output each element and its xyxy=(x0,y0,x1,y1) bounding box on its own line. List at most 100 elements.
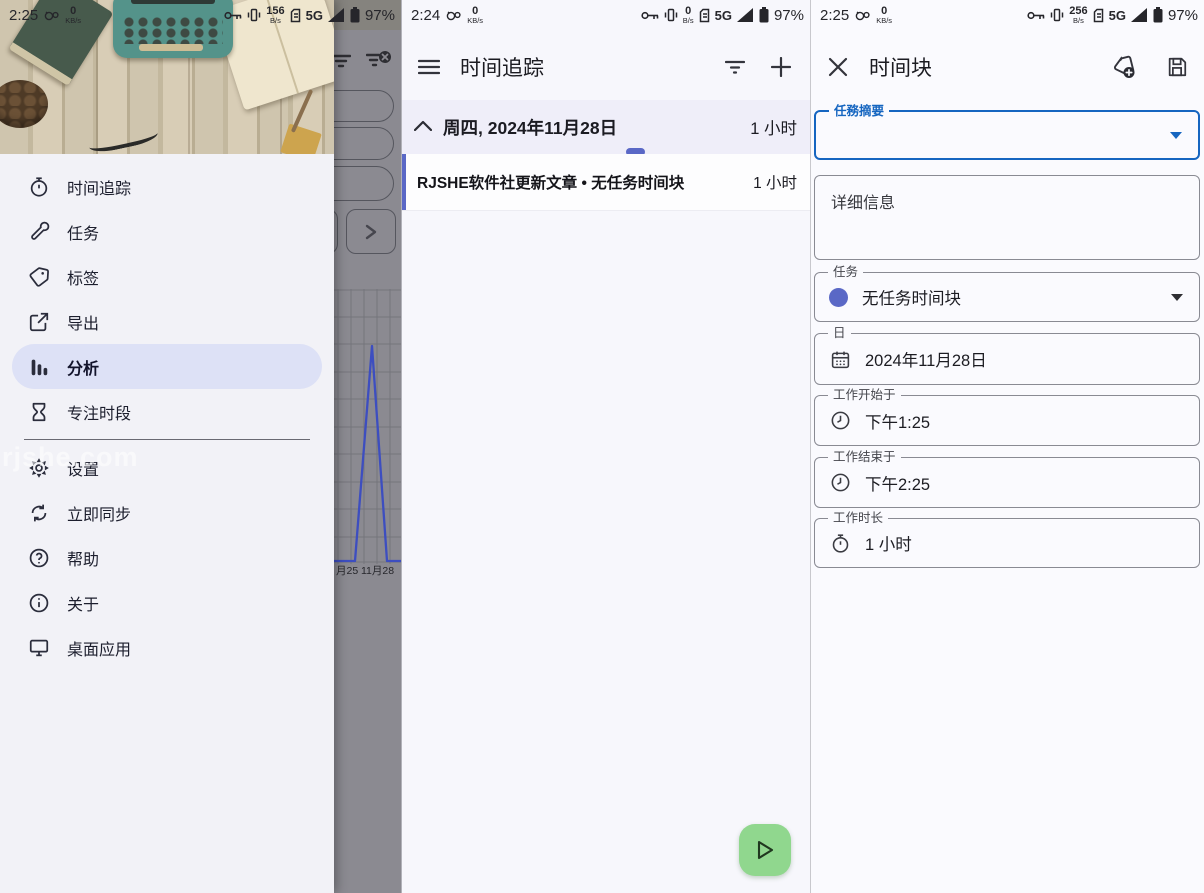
clock-icon xyxy=(829,410,851,432)
sidebar-item-tags[interactable]: 标签 xyxy=(0,254,334,299)
battery-percent: 97% xyxy=(774,7,804,24)
dimmed-chip xyxy=(334,127,394,160)
task-select-field[interactable]: 任务 无任务时间块 xyxy=(814,272,1200,322)
duration-field[interactable]: 工作时长 1 小时 xyxy=(814,518,1200,568)
end-time-field[interactable]: 工作结束于 下午2:25 xyxy=(814,457,1200,508)
sidebar-item-label: 帮助 xyxy=(67,546,99,570)
battery-percent: 97% xyxy=(1168,7,1198,24)
time-entry-row[interactable]: RJSHE软件社更新文章 • 无任务时间块 1 小时 xyxy=(402,154,811,211)
group-duration: 1 小时 xyxy=(750,115,797,139)
date-value: 2024年11月28日 xyxy=(865,347,987,371)
date-field[interactable]: 日 2024年11月28日 xyxy=(814,333,1200,385)
battery-icon xyxy=(759,7,769,23)
end-time-value: 下午2:25 xyxy=(865,471,930,495)
start-time-value: 下午1:25 xyxy=(865,409,930,433)
add-time-block-button[interactable] xyxy=(766,52,796,82)
sidebar-item-time-tracking[interactable]: 时间追踪 xyxy=(0,164,334,209)
sidebar-item-label: 专注时段 xyxy=(67,400,131,424)
battery-icon xyxy=(350,7,360,23)
drawer-menu: 时间追踪 任务 标签 导出 分析 xyxy=(0,154,334,893)
task-summary-field[interactable]: 任務摘要 xyxy=(814,110,1200,160)
filter-icon[interactable] xyxy=(720,52,750,82)
sidebar-item-label: 立即同步 xyxy=(67,501,131,525)
chevron-down-icon xyxy=(1171,294,1183,301)
network-type: 5G xyxy=(306,8,323,23)
sidebar-item-settings[interactable]: 设置 xyxy=(0,445,334,490)
details-textarea[interactable]: 详细信息 xyxy=(814,175,1200,260)
vibrate-icon xyxy=(247,8,261,22)
upload-speed: 0KB/s xyxy=(467,6,483,25)
download-speed: 156B/s xyxy=(266,6,284,25)
duration-value: 1 小时 xyxy=(865,531,912,555)
sidebar-item-label: 任务 xyxy=(67,220,99,244)
close-icon[interactable] xyxy=(823,52,853,82)
start-timer-fab[interactable] xyxy=(739,824,791,876)
network-type: 5G xyxy=(715,8,732,23)
panel-drawer-screen: 月25 11月28 时间追踪 xyxy=(0,0,401,893)
sidebar-item-label: 时间追踪 xyxy=(67,175,131,199)
tracking-app-bar: 时间追踪 xyxy=(402,38,810,96)
sidebar-item-export[interactable]: 导出 xyxy=(0,299,334,344)
sync-icon xyxy=(27,501,51,525)
calendar-icon xyxy=(829,348,851,370)
details-placeholder: 详细信息 xyxy=(831,195,895,212)
field-label: 日 xyxy=(828,325,851,341)
filter-icon[interactable] xyxy=(334,50,354,72)
dimmed-prev-button xyxy=(334,209,338,254)
export-icon xyxy=(27,310,51,334)
battery-percent: 97% xyxy=(365,7,395,24)
start-time-field[interactable]: 工作开始于 下午1:25 xyxy=(814,395,1200,446)
wrench-icon xyxy=(27,220,51,244)
network-type: 5G xyxy=(1109,8,1126,23)
entry-duration: 1 小时 xyxy=(753,171,797,193)
chevron-down-icon xyxy=(1170,132,1182,139)
upload-speed: 0KB/s xyxy=(65,6,81,25)
save-icon[interactable] xyxy=(1162,52,1192,82)
hamburger-menu-button[interactable] xyxy=(414,52,444,82)
info-icon xyxy=(27,591,51,615)
battery-icon xyxy=(1153,7,1163,23)
play-icon xyxy=(754,838,776,862)
stopwatch-icon xyxy=(27,175,51,199)
download-speed: 0B/s xyxy=(683,6,694,25)
add-tag-icon[interactable] xyxy=(1110,52,1140,82)
chevron-right-button[interactable] xyxy=(346,209,396,254)
sidebar-item-focus-sessions[interactable]: 专注时段 xyxy=(0,389,334,434)
date-group-header[interactable]: 周四, 2024年11月28日 1 小时 xyxy=(402,100,811,154)
entry-title: RJSHE软件社更新文章 • 无任务时间块 xyxy=(417,171,684,193)
sim-icon xyxy=(1093,8,1104,23)
vpn-key-icon xyxy=(224,10,242,21)
hourglass-icon xyxy=(27,400,51,424)
status-misc-icon xyxy=(855,9,870,22)
field-label: 任务 xyxy=(828,264,863,280)
x-tick: 月25 xyxy=(336,563,358,578)
panel-time-block-editor: 2:25 0KB/s 256B/s 5G 97% 时间块 xyxy=(810,0,1204,893)
status-bar-right: 2:25 0KB/s 256B/s 5G 97% xyxy=(811,0,1204,34)
sidebar-item-desktop-app[interactable]: 桌面应用 xyxy=(0,625,334,670)
sidebar-item-about[interactable]: 关于 xyxy=(0,580,334,625)
task-value: 无任务时间块 xyxy=(862,285,961,309)
field-label: 工作开始于 xyxy=(828,387,901,403)
clock-icon xyxy=(829,472,851,494)
help-icon xyxy=(27,546,51,570)
signal-icon xyxy=(1131,8,1148,22)
vpn-key-icon xyxy=(1027,10,1045,21)
clock-text: 2:24 xyxy=(411,7,440,24)
clock-text: 2:25 xyxy=(820,7,849,24)
signal-icon xyxy=(328,8,345,22)
field-label: 工作结束于 xyxy=(828,449,901,465)
dimmed-analytics-background: 月25 11月28 xyxy=(334,0,401,893)
desktop-icon xyxy=(27,636,51,660)
editor-app-bar: 时间块 xyxy=(811,38,1204,96)
sidebar-item-analytics[interactable]: 分析 xyxy=(12,344,322,389)
filter-remove-icon[interactable] xyxy=(364,48,394,74)
clock-text: 2:25 xyxy=(9,7,38,24)
sidebar-item-sync-now[interactable]: 立即同步 xyxy=(0,490,334,535)
sidebar-item-tasks[interactable]: 任务 xyxy=(0,209,334,254)
card-decor xyxy=(280,123,322,154)
sidebar-item-label: 设置 xyxy=(67,456,99,480)
vibrate-icon xyxy=(664,8,678,22)
sidebar-item-help[interactable]: 帮助 xyxy=(0,535,334,580)
sidebar-item-label: 关于 xyxy=(67,591,99,615)
chevron-up-icon xyxy=(414,118,432,136)
